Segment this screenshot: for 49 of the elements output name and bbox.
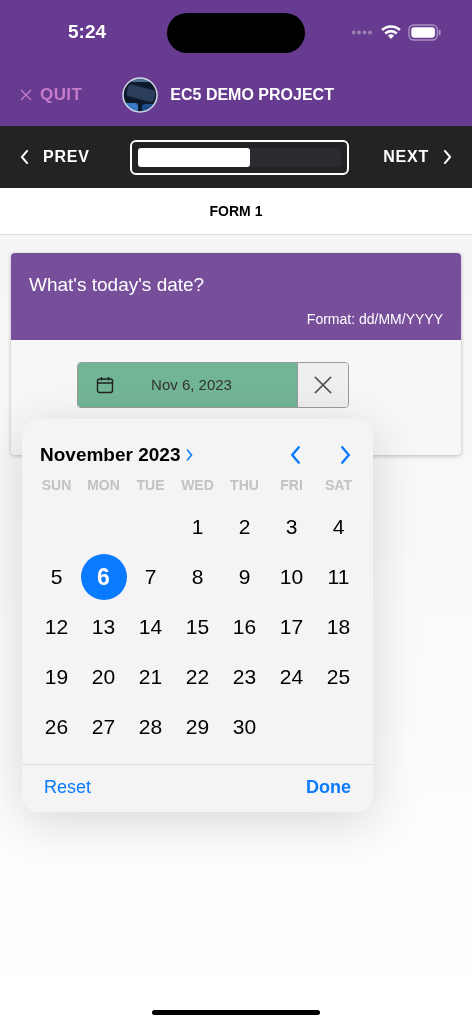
day-cell[interactable]: 18 [315, 604, 362, 650]
day-cell[interactable]: 3 [268, 504, 315, 550]
question-title: What's today's date? [29, 273, 206, 297]
day-cell[interactable]: 12 [33, 604, 80, 650]
project-title: EC5 DEMO PROJECT [170, 85, 334, 105]
day-cell[interactable]: 28 [127, 704, 174, 750]
day-cell[interactable]: 11 [315, 554, 362, 600]
day-cell[interactable]: 15 [174, 604, 221, 650]
day-cell[interactable]: 27 [80, 704, 127, 750]
day-cell[interactable]: 16 [221, 604, 268, 650]
day-cell[interactable]: 24 [268, 654, 315, 700]
day-cell[interactable]: 1 [174, 504, 221, 550]
chevron-right-icon [339, 446, 351, 464]
form-title: FORM 1 [209, 201, 263, 221]
day-cell[interactable]: 30 [221, 704, 268, 750]
status-time: 5:24 [68, 19, 107, 44]
next-button[interactable]: NEXT [383, 145, 452, 169]
wifi-icon [380, 24, 402, 40]
day-cell[interactable]: 8 [174, 554, 221, 600]
day-cell[interactable]: 21 [127, 654, 174, 700]
day-cell[interactable]: 7 [127, 554, 174, 600]
day-cell[interactable]: 22 [174, 654, 221, 700]
day-cell[interactable]: 23 [221, 654, 268, 700]
reset-button[interactable]: Reset [44, 774, 92, 801]
prev-button[interactable]: PREV [20, 145, 90, 169]
chevron-left-icon [289, 446, 301, 464]
chevron-right-icon [443, 150, 452, 164]
day-cell[interactable]: 13 [80, 604, 127, 650]
day-cell[interactable]: 17 [268, 604, 315, 650]
day-cell[interactable]: 26 [33, 704, 80, 750]
chevron-right-icon [186, 449, 194, 461]
done-button[interactable]: Done [306, 774, 351, 801]
day-cell[interactable]: 10 [268, 554, 315, 600]
day-cell[interactable]: 14 [127, 604, 174, 650]
format-hint: Format: dd/MM/YYYY [306, 309, 443, 329]
day-cell[interactable]: 6 [80, 554, 127, 600]
day-cell[interactable]: 2 [221, 504, 268, 550]
day-cell[interactable]: 9 [221, 554, 268, 600]
day-cell[interactable]: 5 [33, 554, 80, 600]
chevron-left-icon [20, 150, 29, 164]
day-cell[interactable]: 20 [80, 654, 127, 700]
day-cell[interactable]: 25 [315, 654, 362, 700]
close-icon [20, 89, 32, 101]
day-cell[interactable]: 29 [174, 704, 221, 750]
signal-icon [350, 29, 374, 35]
month-selector[interactable]: November 2023 [40, 440, 194, 470]
day-cell[interactable]: 19 [33, 654, 80, 700]
day-cell[interactable]: 4 [315, 504, 362, 550]
battery-icon [408, 23, 442, 41]
